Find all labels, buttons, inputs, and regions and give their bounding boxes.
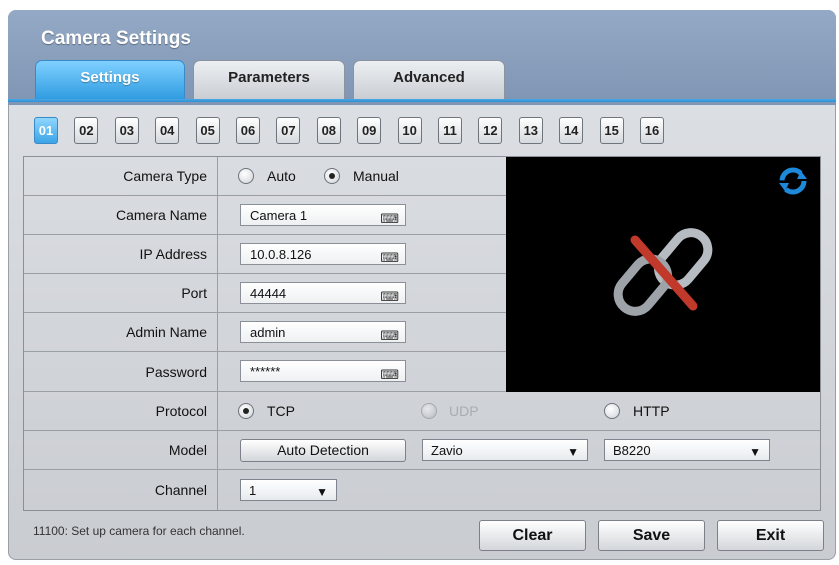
chevron-down-icon: ▼	[567, 445, 579, 459]
channel-button-03[interactable]: 03	[114, 117, 139, 144]
chevron-down-icon: ▼	[749, 445, 761, 459]
channel-button-08[interactable]: 08	[316, 117, 341, 144]
protocol-label: Protocol	[24, 392, 218, 430]
ip-address-field[interactable]: 10.0.8.126 ⌨	[240, 243, 406, 265]
channel-button-02[interactable]: 02	[74, 117, 99, 144]
camera-name-value: Camera 1	[250, 208, 308, 223]
admin-name-value: admin	[250, 325, 286, 340]
keyboard-icon[interactable]: ⌨	[380, 364, 399, 386]
channel-select[interactable]: 1 ▼	[240, 479, 337, 501]
row-admin-name: Admin Name admin ⌨	[24, 313, 506, 352]
channel-button-11[interactable]: 11	[438, 117, 462, 144]
channel-button-04[interactable]: 04	[155, 117, 180, 144]
row-protocol: Protocol TCP UDP HTTP	[24, 392, 820, 431]
brand-value: Zavio	[431, 443, 463, 458]
row-port: Port 44444 ⌨	[24, 274, 506, 313]
protocol-http-label: HTTP	[633, 403, 670, 419]
channel-button-14[interactable]: 14	[559, 117, 584, 144]
auto-detection-button[interactable]: Auto Detection	[240, 439, 406, 462]
tab-underline	[8, 99, 836, 102]
keyboard-icon[interactable]: ⌨	[380, 208, 399, 230]
keyboard-icon[interactable]: ⌨	[380, 286, 399, 308]
model-select[interactable]: B8220 ▼	[604, 439, 770, 461]
camera-name-field[interactable]: Camera 1 ⌨	[240, 204, 406, 226]
model-value: B8220	[613, 443, 651, 458]
port-field[interactable]: 44444 ⌨	[240, 282, 406, 304]
ip-address-value: 10.0.8.126	[250, 247, 312, 262]
protocol-udp-label: UDP	[449, 403, 479, 419]
row-camera-type: Camera Type Auto Manual	[24, 157, 506, 196]
channel-value: 1	[249, 483, 257, 498]
channel-button-09[interactable]: 09	[357, 117, 382, 144]
window-title: Camera Settings	[41, 28, 191, 49]
row-channel: Channel 1 ▼	[24, 470, 820, 510]
brand-select[interactable]: Zavio ▼	[422, 439, 588, 461]
keyboard-icon[interactable]: ⌨	[380, 247, 399, 269]
channel-button-15[interactable]: 15	[599, 117, 624, 144]
row-ip-address: IP Address 10.0.8.126 ⌨	[24, 235, 506, 274]
save-button[interactable]: Save	[598, 520, 705, 551]
clear-button[interactable]: Clear	[479, 520, 586, 551]
protocol-tcp-radio[interactable]	[238, 403, 254, 419]
channel-button-05[interactable]: 05	[195, 117, 220, 144]
port-value: 44444	[250, 286, 287, 301]
exit-button[interactable]: Exit	[717, 520, 824, 551]
model-label: Model	[24, 431, 218, 469]
chevron-down-icon: ▼	[316, 485, 328, 499]
camera-type-manual-radio[interactable]	[324, 168, 340, 184]
camera-settings-window: Camera Settings Settings Parameters Adva…	[8, 10, 836, 560]
camera-type-label: Camera Type	[24, 157, 218, 195]
password-value: ******	[250, 364, 281, 379]
admin-name-label: Admin Name	[24, 313, 218, 351]
protocol-tcp-label: TCP	[267, 403, 295, 419]
password-field[interactable]: ****** ⌨	[240, 360, 406, 382]
channel-button-12[interactable]: 12	[478, 117, 503, 144]
camera-preview	[506, 157, 820, 392]
tab-advanced[interactable]: Advanced	[353, 60, 505, 100]
camera-name-label: Camera Name	[24, 196, 218, 234]
broken-link-icon	[613, 228, 713, 316]
protocol-http-radio[interactable]	[604, 403, 620, 419]
channel-button-06[interactable]: 06	[236, 117, 260, 144]
tab-settings[interactable]: Settings	[35, 60, 185, 100]
ip-address-label: IP Address	[24, 235, 218, 273]
channel-button-10[interactable]: 10	[397, 117, 422, 144]
camera-type-auto-radio[interactable]	[238, 168, 254, 184]
tab-parameters[interactable]: Parameters	[193, 60, 345, 100]
status-text: 11100: Set up camera for each channel.	[33, 524, 245, 538]
channel-button-13[interactable]: 13	[518, 117, 543, 144]
password-label: Password	[24, 352, 218, 391]
settings-form: Camera Type Auto Manual Camera Name Came…	[23, 156, 821, 511]
row-model: Model Auto Detection Zavio ▼ B8220 ▼	[24, 431, 820, 470]
channel-button-07[interactable]: 07	[276, 117, 301, 144]
camera-type-auto-label: Auto	[267, 168, 296, 184]
admin-name-field[interactable]: admin ⌨	[240, 321, 406, 343]
protocol-udp-radio	[421, 403, 437, 419]
channel-button-01[interactable]: 01	[34, 117, 58, 144]
port-label: Port	[24, 274, 218, 312]
row-camera-name: Camera Name Camera 1 ⌨	[24, 196, 506, 235]
channel-label: Channel	[24, 470, 218, 510]
refresh-icon[interactable]	[779, 167, 807, 195]
row-password: Password ****** ⌨	[24, 352, 506, 392]
camera-type-manual-label: Manual	[353, 168, 399, 184]
preview-canvas	[613, 167, 807, 316]
channel-button-16[interactable]: 16	[640, 117, 664, 144]
keyboard-icon[interactable]: ⌨	[380, 325, 399, 347]
